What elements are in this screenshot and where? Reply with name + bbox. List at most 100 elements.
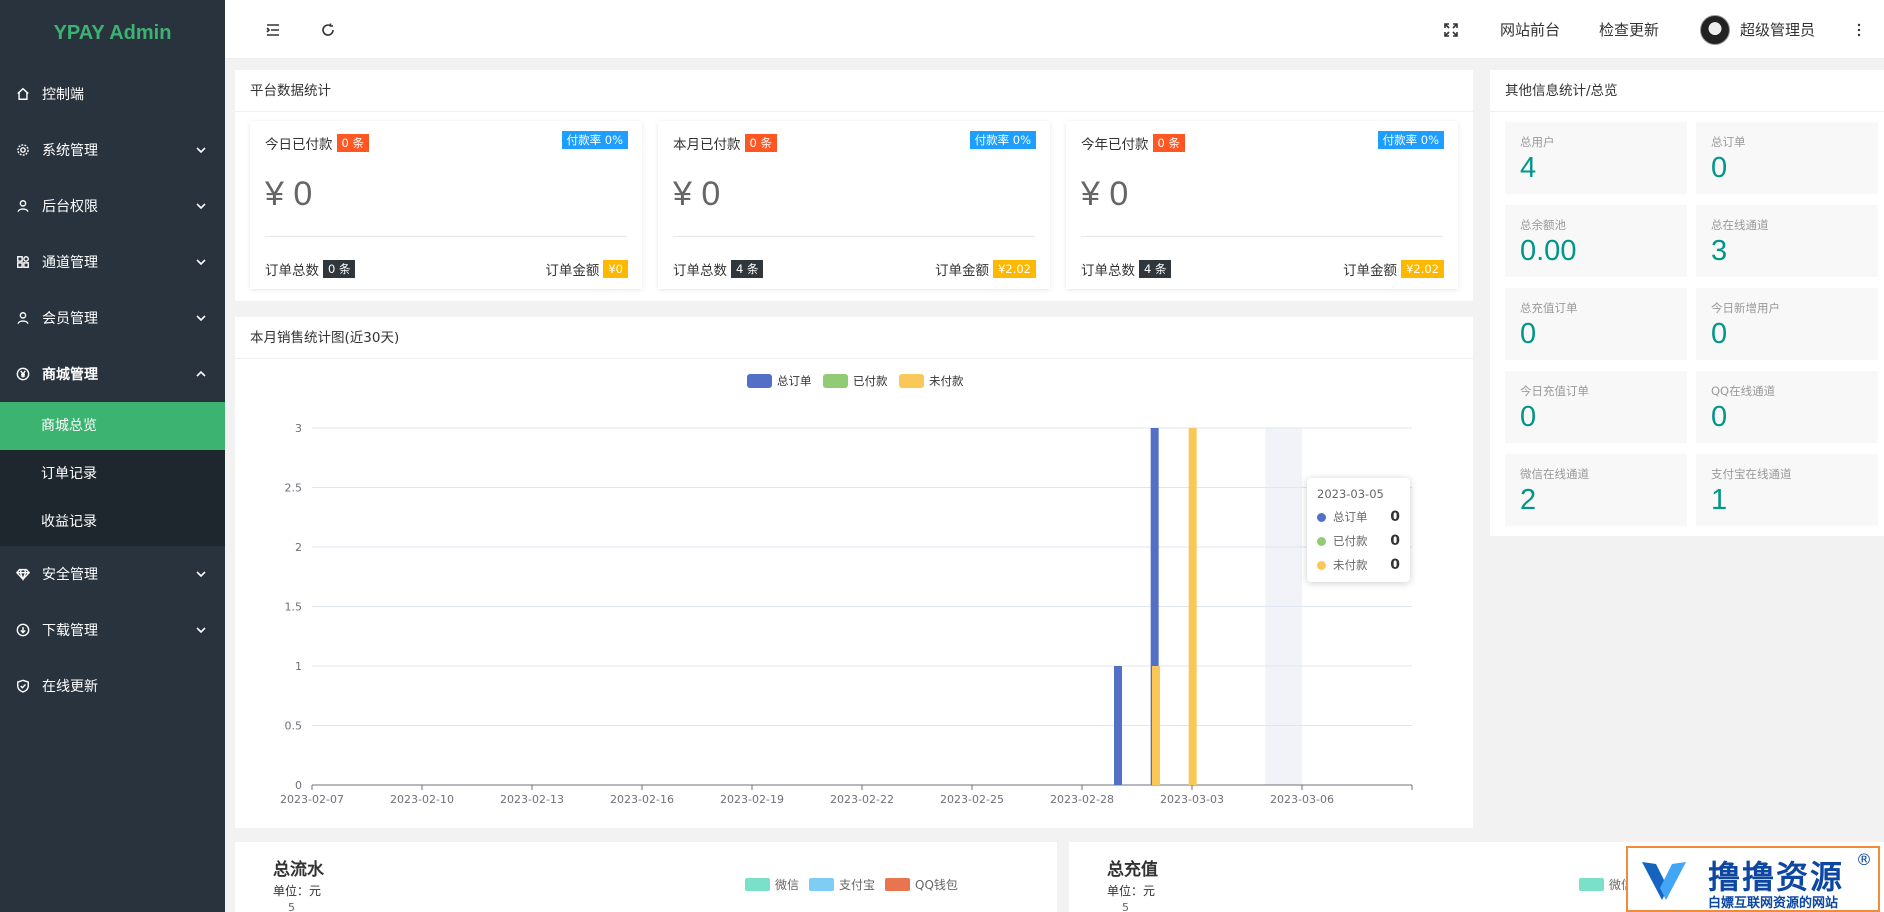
y-tick-label: 1 — [295, 660, 302, 673]
info-card: QQ在线通道 0 — [1696, 371, 1878, 443]
y-tick: 5 — [1122, 901, 1129, 912]
legend-label: 支付宝 — [839, 878, 876, 892]
legend-item[interactable]: 微信 — [1579, 876, 1633, 893]
paid-amount: ¥ 0 — [1081, 175, 1129, 213]
tooltip-series: 已付款 — [1333, 534, 1368, 548]
info-card: 支付宝在线通道 1 — [1696, 454, 1878, 526]
x-tick-label: 2023-02-25 — [940, 793, 1004, 806]
legend-chip — [1579, 878, 1604, 891]
check-update-link[interactable]: 检查更新 — [1599, 0, 1659, 59]
sidebar-item-members[interactable]: 会员管理 — [0, 290, 225, 346]
info-value: 0 — [1711, 401, 1728, 433]
submenu-item-shop-overview[interactable]: 商城总览 — [0, 402, 225, 450]
x-tick-label: 2023-02-07 — [280, 793, 344, 806]
sidebar-item-permissions[interactable]: 后台权限 — [0, 178, 225, 234]
shield-check-icon — [14, 677, 32, 695]
amount-label: 订单金额 — [1343, 263, 1398, 279]
legend-item[interactable]: QQ钱包 — [885, 876, 958, 893]
sidebar-item-label: 系统管理 — [42, 143, 98, 159]
divider — [673, 236, 1035, 237]
stat-card-month: 本月已付款 0 条 付款率 0% ¥ 0 订单总数 4 条 订单金额 ¥2.02 — [658, 121, 1050, 289]
info-value: 0 — [1711, 318, 1728, 350]
info-value: 0 — [1520, 401, 1537, 433]
stat-label: 本月已付款 — [673, 137, 741, 153]
sidebar-item-console[interactable]: 控制端 — [0, 66, 225, 122]
chart-tooltip: 2023-03-05 总订单 0 已付款 0 未付款 0 — [1307, 478, 1410, 582]
legend-dot — [1317, 560, 1326, 570]
more-menu-button[interactable] — [1857, 0, 1861, 59]
legend-label: 已付款 — [853, 374, 888, 388]
amount-badge: ¥2.02 — [993, 260, 1036, 278]
info-value: 0.00 — [1520, 235, 1577, 267]
chevron-down-icon — [195, 200, 207, 212]
legend-chip — [809, 878, 834, 891]
legend-swatch — [823, 374, 848, 388]
fullscreen-icon — [1444, 22, 1458, 37]
info-label: 总订单 — [1711, 135, 1746, 149]
orders-label: 订单总数 — [265, 263, 319, 279]
rate-badge: 付款率 0% — [1377, 131, 1444, 149]
sidebar-item-online-update[interactable]: 在线更新 — [0, 658, 225, 714]
sidebar-item-label: 控制端 — [42, 87, 84, 103]
sidebar-item-security[interactable]: 安全管理 — [0, 546, 225, 602]
legend-item[interactable]: 支付宝 — [809, 876, 875, 893]
chevron-down-icon — [195, 568, 207, 580]
refresh-icon — [322, 23, 334, 36]
sidebar-item-shop[interactable]: 商城管理 — [0, 346, 225, 402]
legend-chip — [745, 878, 770, 891]
tooltip-date: 2023-03-05 — [1317, 487, 1384, 501]
amount-label: 订单金额 — [545, 263, 600, 279]
x-tick-label: 2023-03-06 — [1270, 793, 1334, 806]
more-vertical-icon — [1857, 23, 1861, 36]
y-tick-label: 1.5 — [285, 601, 303, 614]
x-tick-label: 2023-03-03 — [1160, 793, 1224, 806]
count-badge: 0 条 — [1152, 134, 1185, 152]
legend-label: 未付款 — [929, 374, 964, 388]
sidebar-item-downloads[interactable]: 下载管理 — [0, 602, 225, 658]
diamond-icon — [14, 565, 32, 583]
user-icon — [14, 309, 32, 327]
gear-icon — [14, 141, 32, 159]
submenu-item-order-records[interactable]: 订单记录 — [0, 450, 225, 498]
legend-swatch — [899, 374, 924, 388]
watermark-subtitle: 白嫖互联网资源的网站 — [1708, 896, 1839, 911]
brand-logo[interactable]: YPAY Admin — [0, 0, 225, 66]
username: 超级管理员 — [1740, 21, 1816, 39]
info-card: 总余额池 0.00 — [1505, 205, 1687, 277]
menu-toggle-button[interactable] — [265, 0, 281, 59]
user-menu[interactable]: 超级管理员 — [1700, 0, 1815, 59]
x-tick-label: 2023-02-28 — [1050, 793, 1114, 806]
download-icon — [14, 621, 32, 639]
total-flow-panel: 总流水 单位：元 5 微信 支付宝 QQ钱包 — [235, 842, 1057, 912]
info-label: 支付宝在线通道 — [1711, 467, 1792, 481]
panel-title: 平台数据统计 — [235, 70, 1473, 112]
info-label: QQ在线通道 — [1711, 384, 1776, 398]
sidebar-item-label: 会员管理 — [42, 311, 98, 327]
front-site-link[interactable]: 网站前台 — [1500, 0, 1560, 59]
info-value: 2 — [1520, 484, 1537, 516]
bar-2-22 — [1152, 666, 1160, 785]
info-card: 总在线通道 3 — [1696, 205, 1878, 277]
paid-amount: ¥ 0 — [265, 175, 313, 213]
submenu-item-income-records[interactable]: 收益记录 — [0, 498, 225, 546]
orders-badge: 4 条 — [1139, 260, 1172, 278]
panel-title: 本月销售统计图(近30天) — [235, 317, 1473, 359]
refresh-button[interactable] — [320, 0, 336, 59]
paid-amount: ¥ 0 — [673, 175, 721, 213]
chevron-down-icon — [195, 144, 207, 156]
info-label: 总用户 — [1520, 135, 1555, 149]
tooltip-value: 0 — [1390, 509, 1400, 525]
tooltip-row: 未付款 0 — [1317, 553, 1400, 577]
x-tick-label: 2023-02-19 — [720, 793, 784, 806]
fullscreen-button[interactable] — [1444, 0, 1458, 59]
sidebar-item-system[interactable]: 系统管理 — [0, 122, 225, 178]
amount-badge: ¥2.02 — [1401, 260, 1444, 278]
legend-item[interactable]: 微信 — [745, 876, 799, 893]
tooltip-series: 未付款 — [1333, 558, 1368, 572]
bar-2-23 — [1188, 428, 1197, 785]
info-value: 0 — [1711, 152, 1728, 184]
y-tick-label: 0 — [295, 779, 302, 792]
info-label: 今日新增用户 — [1711, 301, 1780, 315]
sidebar-item-channels[interactable]: 通道管理 — [0, 234, 225, 290]
bar-0-22 — [1114, 666, 1122, 785]
